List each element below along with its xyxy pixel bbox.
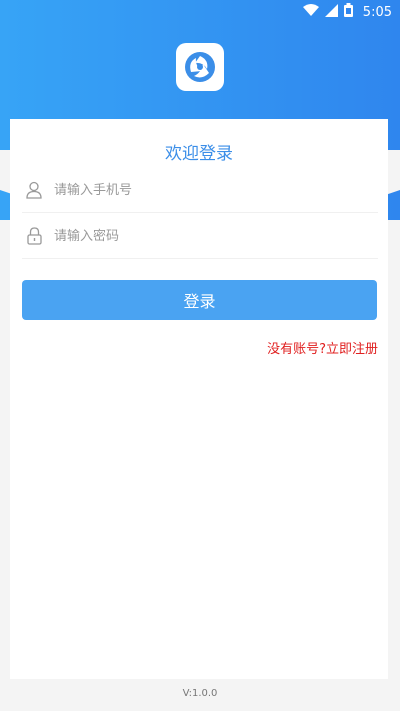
battery-icon [343,3,353,21]
password-field [22,214,378,259]
status-bar: 5:05 [0,0,400,24]
login-card: 欢迎登录 登录 没有账号?立即注册 [10,119,388,679]
login-button[interactable]: 登录 [22,280,377,320]
user-icon [24,180,44,200]
signal-icon [324,3,338,21]
phone-field [22,168,378,213]
password-input[interactable] [52,227,356,245]
status-time: 5:05 [362,4,392,20]
phone-input[interactable] [52,181,356,199]
app-logo-icon [176,43,224,91]
app-version: V:1.0.0 [182,688,218,699]
login-title: 欢迎登录 [165,144,233,164]
lock-icon [24,226,44,246]
wifi-icon [302,3,319,21]
register-link[interactable]: 没有账号?立即注册 [267,338,378,357]
